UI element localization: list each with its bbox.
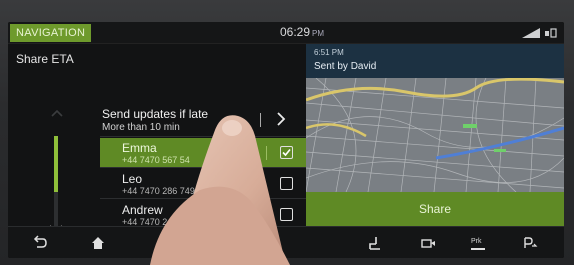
navigation-badge[interactable]: NAVIGATION: [10, 24, 92, 42]
contact-row-emma[interactable]: Emma +44 7470 567 54: [100, 138, 306, 168]
signal-icon: [522, 28, 540, 38]
infotainment-screen: NAVIGATION 06:29 PM Share ETA Send update…: [8, 22, 564, 258]
send-updates-label: Send updates if late: [102, 107, 209, 121]
bottom-bar: Prk: [8, 226, 564, 258]
checkbox-unchecked[interactable]: [280, 208, 293, 221]
message-preview-panel: 6:51 PM Sent by David Share: [306, 44, 564, 226]
clock-ampm: PM: [312, 29, 325, 38]
park-assist-label: Prk: [471, 238, 482, 245]
parking-exit-icon[interactable]: [520, 233, 540, 253]
map-graphic: [306, 78, 564, 192]
checkbox-unchecked[interactable]: [280, 177, 293, 190]
contact-name: Emma: [122, 141, 157, 155]
camera-icon[interactable]: [418, 233, 438, 253]
map-preview: [306, 78, 564, 192]
share-eta-panel: Share ETA Send updates if late More than…: [8, 44, 306, 244]
wifi-icon: [545, 28, 557, 38]
message-header: 6:51 PM Sent by David: [306, 44, 564, 78]
contact-number: +44 7470 567 54: [122, 155, 190, 165]
contact-name: Leo: [122, 172, 143, 186]
divider: [266, 146, 267, 160]
clock: 06:29 PM: [280, 25, 324, 39]
contact-name: Andrew: [122, 203, 163, 217]
check-icon: [282, 148, 291, 157]
chevron-right-icon[interactable]: [274, 110, 288, 128]
status-bar: NAVIGATION 06:29 PM: [8, 22, 564, 44]
scrollbar-thumb[interactable]: [54, 136, 58, 192]
message-time: 6:51 PM: [314, 48, 344, 57]
park-assist-icon[interactable]: Prk: [468, 233, 488, 253]
scroll-up-chevron-icon[interactable]: [50, 106, 64, 120]
send-updates-setting[interactable]: Send updates if late More than 10 min: [100, 101, 306, 137]
home-icon[interactable]: [88, 233, 108, 253]
message-sender: Sent by David: [314, 61, 377, 72]
seat-icon[interactable]: [364, 233, 384, 253]
send-updates-value: More than 10 min: [102, 122, 180, 133]
page-title: Share ETA: [16, 52, 74, 66]
clock-time: 06:29: [280, 25, 311, 39]
contact-row-leo[interactable]: Leo +44 7470 286 749: [100, 169, 306, 199]
divider: [260, 113, 261, 127]
share-button[interactable]: Share: [306, 192, 564, 226]
back-icon[interactable]: [30, 233, 50, 253]
checkbox-checked[interactable]: [280, 146, 293, 159]
contact-number: +44 7470 286 749: [122, 186, 195, 196]
